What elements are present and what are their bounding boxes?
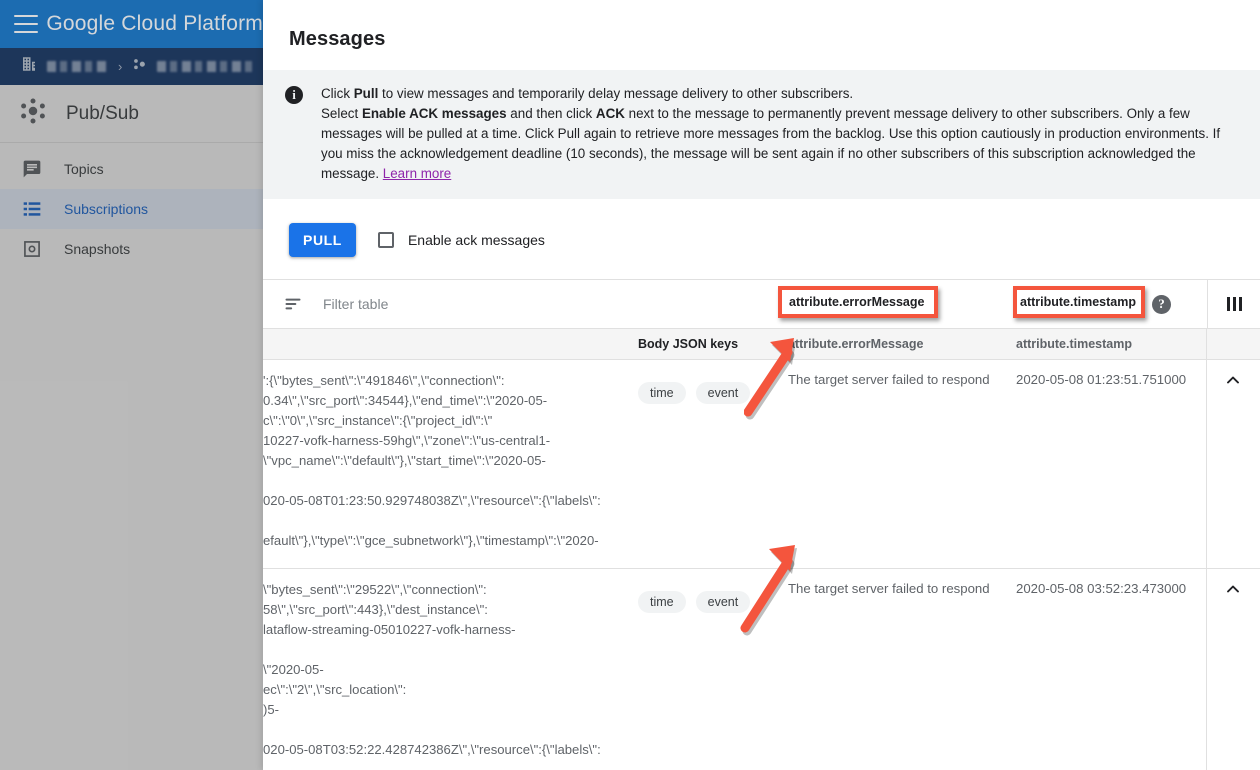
info-line2-a: Select — [321, 106, 362, 121]
nav-list: Topics Subscriptions Snapshots — [0, 143, 263, 269]
chip: time — [638, 382, 686, 404]
chevron-right-icon: › — [118, 59, 123, 74]
info-line2-bold1: Enable ACK messages — [361, 106, 507, 121]
filter-icon[interactable] — [283, 294, 303, 314]
sidebar-item-snapshots[interactable]: Snapshots — [0, 229, 263, 269]
sidebar-item-label: Subscriptions — [64, 201, 149, 217]
sidebar-item-subscriptions[interactable]: Subscriptions — [0, 189, 263, 229]
cell-body: ':{\"bytes_sent\":\"491846\",\"connectio… — [263, 373, 601, 548]
enable-ack-label: Enable ack messages — [407, 232, 545, 248]
chip: event — [695, 382, 751, 404]
table-row[interactable]: \"bytes_sent\":\"29522\",\"connection\":… — [263, 569, 1260, 770]
screen-root: Google Cloud Platform › Pub/Sub Topics S… — [0, 0, 1260, 770]
col-header-json-keys: Body JSON keys — [638, 337, 739, 351]
info-line1-c: to view messages and temporarily delay m… — [378, 86, 854, 101]
sidebar-item-label: Topics — [64, 161, 104, 177]
info-banner: i Click Pull to view messages and tempor… — [263, 70, 1260, 199]
chevron-up-icon[interactable] — [1223, 370, 1243, 568]
col-header-timestamp: attribute.timestamp — [1016, 337, 1132, 351]
pubsub-icon — [131, 56, 148, 78]
info-icon: i — [285, 86, 303, 104]
info-line2-bold2: ACK — [595, 106, 625, 121]
breadcrumb-subscription-redacted[interactable] — [157, 61, 256, 72]
info-line1-bold: Pull — [353, 86, 379, 101]
sidebar-item-label: Snapshots — [64, 241, 131, 257]
cell-body: \"bytes_sent\":\"29522\",\"connection\":… — [263, 582, 601, 757]
table-header: Body JSON keys attribute.errorMessage at… — [263, 328, 1260, 360]
info-line2-c: and then click — [506, 106, 596, 121]
building-icon — [20, 55, 38, 78]
info-line1-a: Click — [321, 86, 354, 101]
breadcrumb: › — [0, 48, 263, 85]
cell-error-message: The target server failed to respond — [788, 372, 990, 387]
subscriptions-icon — [22, 199, 42, 219]
messages-dialog: Messages i Click Pull to view messages a… — [263, 0, 1260, 770]
col-header-error-message: attribute.errorMessage — [788, 337, 924, 351]
appbar-title: Google Cloud Platform — [46, 12, 263, 35]
chip-group: time event — [638, 581, 788, 613]
enable-ack-checkbox-row[interactable]: Enable ack messages — [377, 232, 545, 248]
actions-row: PULL Enable ack messages — [263, 199, 1260, 279]
breadcrumb-project-redacted[interactable] — [47, 61, 109, 72]
cell-json-keys: time event — [638, 569, 788, 770]
chip: event — [695, 591, 751, 613]
sidebar-item-topics[interactable]: Topics — [0, 149, 263, 189]
cell-timestamp: 2020-05-08 01:23:51.751000 — [1016, 372, 1187, 387]
hamburger-icon[interactable] — [14, 15, 38, 33]
table-row[interactable]: ':{\"bytes_sent\":\"491846\",\"connectio… — [263, 360, 1260, 569]
cell-json-keys: time event — [638, 360, 788, 568]
pubsub-logo-icon — [18, 96, 48, 131]
product-name: Pub/Sub — [66, 102, 139, 124]
cell-timestamp: 2020-05-08 03:52:23.473000 — [1016, 581, 1187, 596]
learn-more-link[interactable]: Learn more — [383, 166, 451, 181]
col-header-expand — [1206, 329, 1258, 359]
chip: time — [638, 591, 686, 613]
info-banner-text: Click Pull to view messages and temporar… — [321, 84, 1242, 184]
filter-input[interactable]: Filter table — [323, 296, 388, 312]
left-navigation: Google Cloud Platform › Pub/Sub Topics S… — [0, 0, 263, 770]
product-header: Pub/Sub — [0, 85, 263, 143]
row-expand-toggle[interactable] — [1206, 569, 1258, 770]
snapshots-icon — [22, 239, 42, 259]
enable-ack-checkbox[interactable] — [377, 232, 394, 248]
topics-icon — [22, 159, 42, 179]
help-icon[interactable]: ? — [1152, 294, 1171, 314]
cell-error-message: The target server failed to respond — [788, 581, 990, 596]
column-settings-icon[interactable] — [1208, 297, 1260, 311]
chevron-up-icon[interactable] — [1223, 579, 1243, 770]
toolbar-right: ? — [1152, 279, 1260, 329]
page-title: Messages — [289, 28, 386, 50]
filter-toolbar: Filter table ? — [263, 279, 1260, 329]
google-cloud-appbar: Google Cloud Platform — [0, 0, 263, 48]
col-header-body — [263, 329, 638, 359]
pull-button[interactable]: PULL — [289, 223, 356, 257]
chip-group: time event — [638, 372, 788, 404]
row-expand-toggle[interactable] — [1206, 360, 1258, 568]
